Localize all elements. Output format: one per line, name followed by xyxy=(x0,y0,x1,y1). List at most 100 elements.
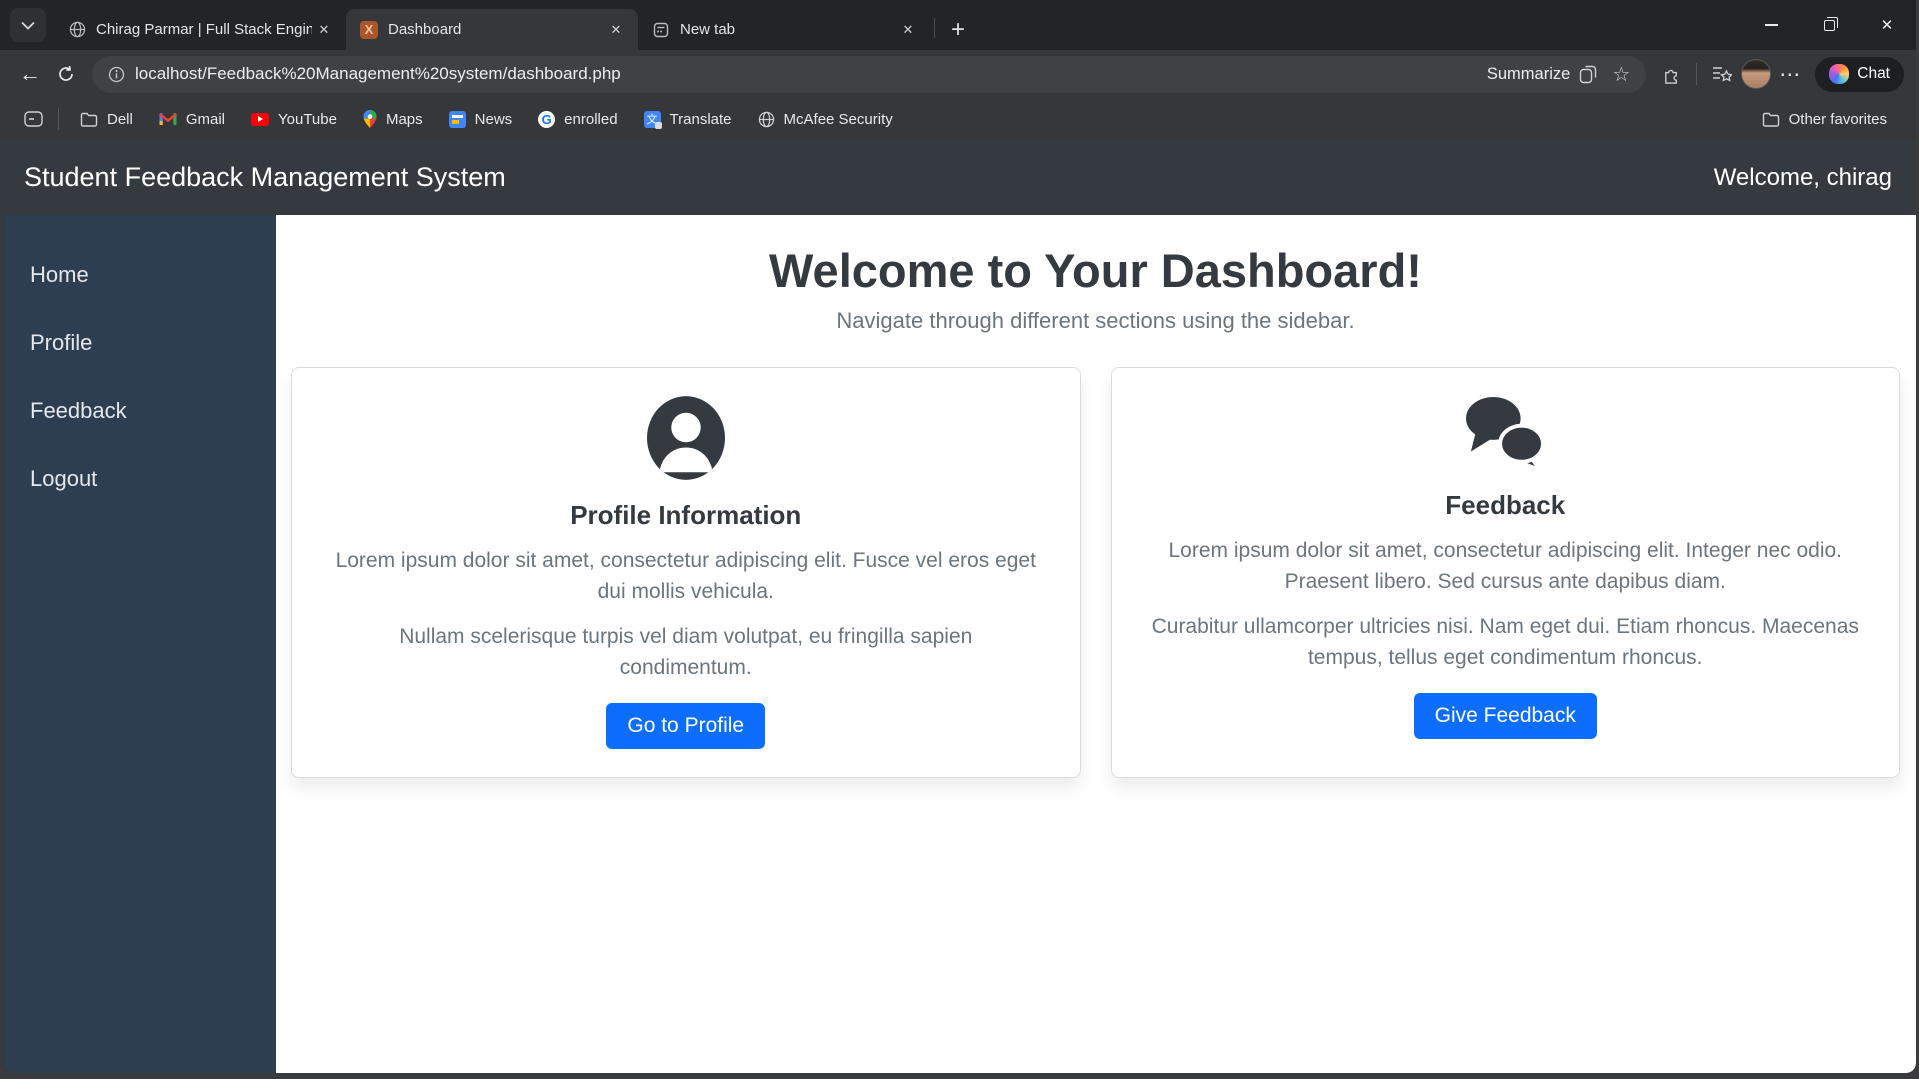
bookmark-youtube[interactable]: YouTube xyxy=(238,104,350,134)
favorite-star-icon[interactable]: ☆ xyxy=(1612,62,1630,87)
bookmark-news[interactable]: News xyxy=(436,104,526,134)
person-icon xyxy=(646,396,725,480)
bookmarks-bar: Dell Gmail YouTube Maps News G enrolled … xyxy=(0,98,1916,140)
site-info-icon[interactable] xyxy=(108,66,125,83)
page-body: Home Profile Feedback Logout Welcome to … xyxy=(0,215,1916,1073)
news-icon xyxy=(448,110,466,128)
bookmark-label: News xyxy=(474,110,513,128)
minimize-icon xyxy=(1764,24,1778,26)
copilot-icon xyxy=(1829,64,1850,84)
other-favorites-label: Other favorites xyxy=(1788,110,1887,128)
window-controls: ✕ xyxy=(1742,0,1916,50)
bookmark-label: Dell xyxy=(107,110,133,128)
sidebar: Home Profile Feedback Logout xyxy=(5,215,276,1073)
minimize-button[interactable] xyxy=(1742,0,1800,50)
google-icon: G xyxy=(538,110,556,128)
tab-new-tab[interactable]: New tab ✕ xyxy=(638,9,930,50)
bookmarks-divider xyxy=(58,108,59,130)
other-favorites-button[interactable]: Other favorites xyxy=(1749,104,1900,134)
extensions-button[interactable] xyxy=(1654,57,1688,91)
globe-icon xyxy=(68,21,86,39)
bookmark-label: McAfee Security xyxy=(783,110,893,128)
new-tab-button[interactable]: + xyxy=(939,16,977,44)
card-paragraph: Curabitur ullamcorper ultricies nisi. Na… xyxy=(1151,615,1859,670)
welcome-text: Welcome, chirag xyxy=(1713,163,1892,191)
globe-icon xyxy=(758,111,774,127)
translate-icon: 文 xyxy=(643,110,662,129)
go-to-profile-button[interactable]: Go to Profile xyxy=(606,703,766,750)
sidebar-item-logout[interactable]: Logout xyxy=(5,445,276,513)
main-content: Welcome to Your Dashboard! Navigate thro… xyxy=(276,215,1916,1073)
summarize-button[interactable]: Summarize xyxy=(1487,65,1598,84)
bookmark-folder-dell[interactable]: Dell xyxy=(67,104,146,134)
tab-dashboard-active[interactable]: X Dashboard ✕ xyxy=(346,9,638,50)
give-feedback-button[interactable]: Give Feedback xyxy=(1413,693,1597,740)
refresh-button[interactable] xyxy=(48,57,84,91)
sidebar-toggle-button[interactable] xyxy=(16,102,50,136)
bookmark-mcafee[interactable]: McAfee Security xyxy=(745,104,906,134)
restore-button[interactable] xyxy=(1800,0,1858,50)
tab-divider xyxy=(934,18,935,38)
site-title: Student Feedback Management System xyxy=(24,162,506,192)
restore-icon xyxy=(1823,16,1838,31)
cards-row: Profile Information Lorem ipsum dolor si… xyxy=(291,367,1900,779)
tab-portfolio[interactable]: Chirag Parmar | Full Stack Engineer ✕ xyxy=(54,9,346,50)
favorites-list-icon xyxy=(1713,67,1733,82)
sidebar-item-home[interactable]: Home xyxy=(5,241,276,309)
profile-card: Profile Information Lorem ipsum dolor si… xyxy=(291,367,1081,779)
page-subtitle: Navigate through different sections usin… xyxy=(836,308,1355,333)
card-paragraph: Lorem ipsum dolor sit amet, consectetur … xyxy=(335,549,1036,604)
summarize-label: Summarize xyxy=(1486,64,1571,83)
refresh-icon xyxy=(59,66,73,81)
chat-bubbles-icon xyxy=(1466,396,1546,471)
card-title: Profile Information xyxy=(570,500,802,530)
youtube-icon xyxy=(251,112,270,126)
bookmark-label: YouTube xyxy=(278,110,337,128)
site-header: Student Feedback Management System Welco… xyxy=(0,140,1916,215)
bookmark-translate[interactable]: 文 Translate xyxy=(631,104,745,134)
page-title: Welcome to Your Dashboard! xyxy=(769,244,1422,297)
chevron-down-icon xyxy=(21,21,35,30)
gmail-icon xyxy=(158,113,177,125)
bookmark-label: Gmail xyxy=(185,110,226,128)
close-tab-icon[interactable]: ✕ xyxy=(604,18,628,42)
sidebar-toggle-icon xyxy=(23,111,43,127)
sidebar-item-feedback[interactable]: Feedback xyxy=(5,377,276,445)
url-text[interactable]: localhost/Feedback%20Management%20system… xyxy=(135,64,1487,84)
puzzle-icon xyxy=(1664,69,1677,84)
browser-toolbar: ← localhost/Feedback%20Management%20syst… xyxy=(0,50,1916,98)
xampp-icon: X xyxy=(360,20,378,39)
tab-title: New tab xyxy=(680,21,736,38)
tab-search-button[interactable] xyxy=(10,8,46,42)
browser-window: Chirag Parmar | Full Stack Engineer ✕ X … xyxy=(0,0,1916,1073)
address-bar[interactable]: localhost/Feedback%20Management%20system… xyxy=(92,55,1647,93)
maps-icon xyxy=(363,110,377,128)
bookmark-label: Maps xyxy=(385,110,423,128)
new-tab-page-icon xyxy=(652,21,670,39)
avatar xyxy=(1741,59,1772,89)
back-button[interactable]: ← xyxy=(12,57,48,91)
bookmark-gmail[interactable]: Gmail xyxy=(146,104,238,134)
bookmark-enrolled[interactable]: G enrolled xyxy=(525,104,630,134)
copilot-chat-button[interactable]: Chat xyxy=(1815,56,1904,92)
tab-title: Chirag Parmar | Full Stack Engineer xyxy=(96,21,312,38)
bookmark-label: enrolled xyxy=(564,110,618,128)
folder-icon xyxy=(1762,112,1779,127)
card-icon-box xyxy=(1461,386,1549,480)
sidebar-item-profile[interactable]: Profile xyxy=(5,309,276,377)
card-icon-box xyxy=(646,386,725,490)
close-tab-icon[interactable]: ✕ xyxy=(896,18,920,42)
bookmark-maps[interactable]: Maps xyxy=(350,104,436,134)
card-paragraph: Lorem ipsum dolor sit amet, consectetur … xyxy=(1168,539,1842,594)
favorites-bar-button[interactable] xyxy=(1705,57,1739,91)
close-window-button[interactable]: ✕ xyxy=(1858,0,1916,50)
settings-menu-button[interactable]: ⋯ xyxy=(1773,57,1807,91)
close-tab-icon[interactable]: ✕ xyxy=(312,18,336,42)
profile-button[interactable] xyxy=(1739,57,1773,91)
card-paragraph: Nullam scelerisque turpis vel diam volut… xyxy=(399,625,973,680)
folder-icon xyxy=(80,112,98,127)
tab-title: Dashboard xyxy=(388,21,462,38)
bookmark-label: Translate xyxy=(669,110,732,128)
feedback-card: Feedback Lorem ipsum dolor sit amet, con… xyxy=(1110,367,1900,779)
tab-bar: Chirag Parmar | Full Stack Engineer ✕ X … xyxy=(0,0,1916,50)
